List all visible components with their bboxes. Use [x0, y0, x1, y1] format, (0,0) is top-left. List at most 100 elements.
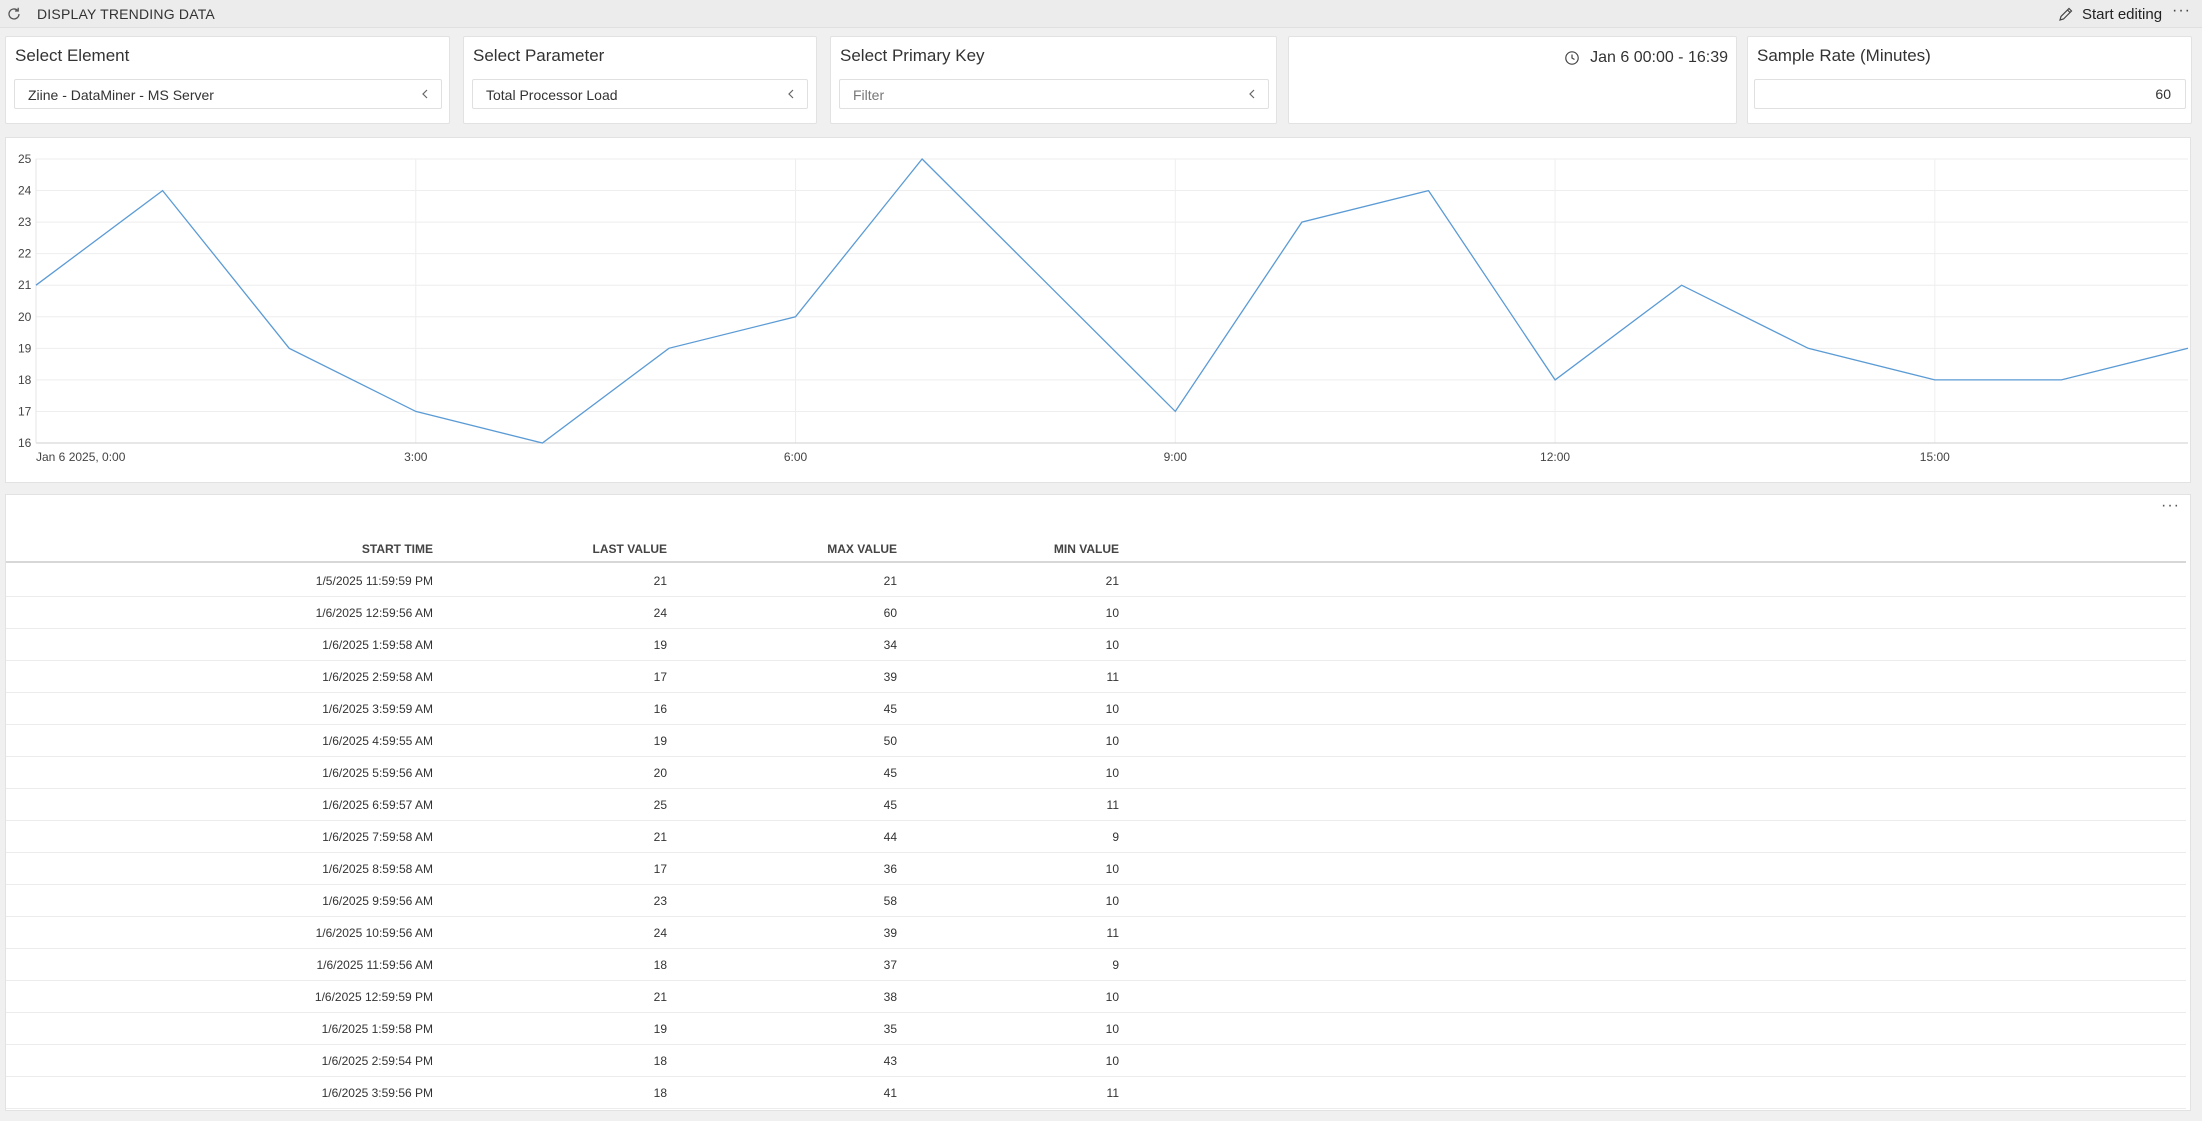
- table-row[interactable]: 1/6/2025 4:59:55 AM 19 50 10: [6, 725, 2186, 757]
- select-element-title: Select Element: [15, 46, 130, 65]
- cell-min-value: 11: [1106, 926, 1119, 940]
- sample-rate-card: Sample Rate (Minutes): [1747, 36, 2192, 124]
- cell-last-value: 24: [653, 926, 667, 940]
- cell-min-value: 10: [1105, 734, 1119, 748]
- y-tick-label: 20: [18, 310, 32, 324]
- select-parameter-card: Select Parameter Total Processor Load: [463, 36, 817, 124]
- select-parameter-title: Select Parameter: [473, 46, 605, 65]
- cell-max-value: 60: [883, 606, 897, 620]
- cell-start-time: 1/6/2025 3:59:56 PM: [321, 1086, 433, 1100]
- refresh-icon[interactable]: [6, 6, 22, 22]
- table-row[interactable]: 1/6/2025 12:59:59 PM 21 38 10: [6, 981, 2186, 1013]
- cell-min-value: 9: [1112, 830, 1119, 844]
- cell-start-time: 1/6/2025 1:59:58 AM: [322, 638, 433, 652]
- table-row[interactable]: 1/5/2025 11:59:59 PM 21 21 21: [6, 565, 2186, 597]
- table-row[interactable]: 1/6/2025 5:59:56 AM 20 45 10: [6, 757, 2186, 789]
- more-options-icon[interactable]: ···: [2172, 2, 2191, 20]
- table-row[interactable]: 1/6/2025 12:59:56 AM 24 60 10: [6, 597, 2186, 629]
- x-tick-label: 9:00: [1164, 450, 1188, 464]
- parameter-dropdown-value: Total Processor Load: [486, 87, 618, 103]
- sample-rate-input-box: [1754, 79, 2186, 109]
- cell-max-value: 45: [883, 766, 897, 780]
- cell-max-value: 43: [883, 1054, 897, 1068]
- cell-max-value: 39: [883, 670, 897, 684]
- time-range-card: Jan 6 00:00 - 16:39: [1288, 36, 1737, 124]
- cell-max-value: 35: [883, 1022, 897, 1036]
- cell-last-value: 18: [653, 1086, 667, 1100]
- page-title: DISPLAY TRENDING DATA: [37, 6, 215, 22]
- cell-last-value: 20: [653, 766, 667, 780]
- time-range-picker[interactable]: Jan 6 00:00 - 16:39: [1564, 49, 1728, 67]
- clock-icon: [1565, 51, 1579, 65]
- cell-last-value: 25: [653, 798, 667, 812]
- table-row[interactable]: 1/6/2025 3:59:59 AM 16 45 10: [6, 693, 2186, 725]
- cell-last-value: 16: [653, 702, 667, 716]
- cell-min-value: 10: [1105, 894, 1119, 908]
- table-header: START TIME LAST VALUE MAX VALUE MIN VALU…: [6, 535, 2186, 563]
- cell-start-time: 1/6/2025 11:59:56 AM: [316, 958, 433, 972]
- cell-last-value: 17: [653, 862, 667, 876]
- cell-last-value: 21: [653, 830, 667, 844]
- table-row[interactable]: 1/6/2025 2:59:54 PM 18 43 10: [6, 1045, 2186, 1077]
- cell-max-value: 36: [883, 862, 897, 876]
- cell-last-value: 18: [653, 958, 667, 972]
- start-editing-button[interactable]: Start editing: [2058, 4, 2162, 24]
- table-row[interactable]: 1/6/2025 2:59:58 AM 17 39 11: [6, 661, 2186, 693]
- cell-start-time: 1/6/2025 1:59:58 PM: [321, 1022, 433, 1036]
- column-header-last-value[interactable]: LAST VALUE: [593, 542, 667, 556]
- trend-chart[interactable]: 16 17 18 19 20 21 22 23 24 25 Jan 6 2025, 0:00 3:00…: [6, 138, 2192, 484]
- cell-start-time: 1/6/2025 6:59:57 AM: [322, 798, 433, 812]
- cell-min-value: 21: [1105, 574, 1119, 588]
- sample-rate-input[interactable]: [1755, 80, 2185, 108]
- y-tick-label: 21: [18, 278, 32, 292]
- column-header-max-value[interactable]: MAX VALUE: [827, 542, 897, 556]
- cell-max-value: 45: [883, 702, 897, 716]
- parameter-dropdown[interactable]: Total Processor Load: [472, 79, 808, 109]
- cell-max-value: 21: [883, 574, 897, 588]
- cell-min-value: 11: [1106, 1086, 1119, 1100]
- pencil-icon: [2059, 7, 2073, 21]
- cell-max-value: 44: [883, 830, 897, 844]
- element-dropdown-value: Ziine - DataMiner - MS Server: [28, 87, 214, 103]
- cell-last-value: 24: [653, 606, 667, 620]
- cell-last-value: 17: [653, 670, 667, 684]
- x-tick-label: 3:00: [404, 450, 428, 464]
- y-tick-label: 19: [18, 341, 32, 355]
- y-tick-label: 22: [18, 247, 32, 261]
- trend-table-panel: ··· START TIME LAST VALUE MAX VALUE MIN …: [5, 494, 2191, 1111]
- table-row[interactable]: 1/6/2025 1:59:58 AM 19 34 10: [6, 629, 2186, 661]
- y-tick-label: 24: [18, 184, 32, 198]
- cell-last-value: 19: [653, 638, 667, 652]
- table-body: 1/5/2025 11:59:59 PM 21 21 21 1/6/2025 12:59…: [6, 565, 2186, 1109]
- column-header-min-value[interactable]: MIN VALUE: [1054, 542, 1119, 556]
- cell-max-value: 37: [883, 958, 897, 972]
- cell-max-value: 34: [883, 638, 897, 652]
- cell-min-value: 10: [1105, 638, 1119, 652]
- cell-max-value: 38: [883, 990, 897, 1004]
- cell-last-value: 18: [653, 1054, 667, 1068]
- table-row[interactable]: 1/6/2025 8:59:58 AM 17 36 10: [6, 853, 2186, 885]
- x-tick-label: Jan 6 2025, 0:00: [36, 450, 126, 464]
- table-more-options-icon[interactable]: ···: [2161, 497, 2180, 515]
- cell-min-value: 11: [1106, 798, 1119, 812]
- x-tick-label: 6:00: [784, 450, 808, 464]
- cell-min-value: 10: [1105, 766, 1119, 780]
- table-row[interactable]: 1/6/2025 7:59:58 AM 21 44 9: [6, 821, 2186, 853]
- cell-start-time: 1/6/2025 2:59:54 PM: [321, 1054, 433, 1068]
- column-header-start-time[interactable]: START TIME: [362, 542, 433, 556]
- primary-key-dropdown[interactable]: Filter: [839, 79, 1269, 109]
- cell-max-value: 45: [883, 798, 897, 812]
- cell-start-time: 1/6/2025 12:59:59 PM: [314, 990, 433, 1004]
- table-row[interactable]: 1/6/2025 1:59:58 PM 19 35 10: [6, 1013, 2186, 1045]
- cell-start-time: 1/6/2025 5:59:56 AM: [322, 766, 433, 780]
- cell-start-time: 1/6/2025 8:59:58 AM: [322, 862, 433, 876]
- table-row[interactable]: 1/6/2025 10:59:56 AM 24 39 11: [6, 917, 2186, 949]
- cell-min-value: 11: [1106, 670, 1119, 684]
- start-editing-label: Start editing: [2082, 5, 2163, 23]
- table-row[interactable]: 1/6/2025 9:59:56 AM 23 58 10: [6, 885, 2186, 917]
- element-dropdown[interactable]: Ziine - DataMiner - MS Server: [14, 79, 442, 109]
- cell-start-time: 1/6/2025 12:59:56 AM: [315, 606, 433, 620]
- table-row[interactable]: 1/6/2025 6:59:57 AM 25 45 11: [6, 789, 2186, 821]
- table-row[interactable]: 1/6/2025 3:59:56 PM 18 41 11: [6, 1077, 2186, 1109]
- table-row[interactable]: 1/6/2025 11:59:56 AM 18 37 9: [6, 949, 2186, 981]
